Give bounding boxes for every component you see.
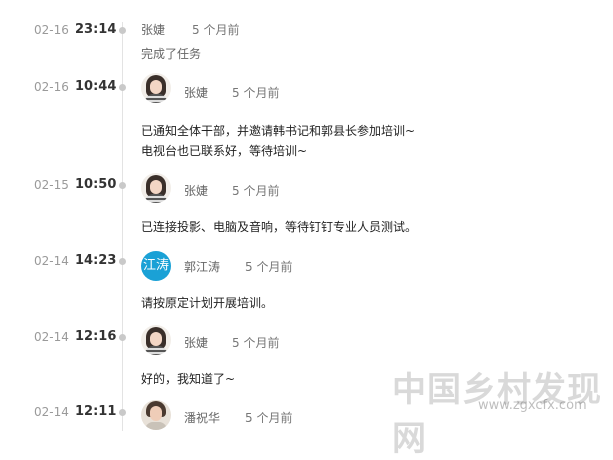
timeline-dot bbox=[119, 258, 126, 265]
entry-author[interactable]: 郭江涛 bbox=[184, 259, 220, 275]
entry-content: 已连接投影、电脑及音响，等待钉钉专业人员测试。 bbox=[141, 217, 417, 237]
entry-ago: 5 个月前 bbox=[232, 184, 280, 198]
entry-date: 02-14 bbox=[34, 254, 69, 268]
entry-time: 10:50 bbox=[75, 177, 117, 192]
entry-author[interactable]: 张婕 bbox=[184, 335, 208, 351]
timeline-dot bbox=[119, 27, 126, 34]
entry-content-line: 电视台也已联系好，等待培训~ bbox=[141, 144, 308, 158]
entry-content-line: 已连接投影、电脑及音响，等待钉钉专业人员测试。 bbox=[141, 220, 418, 234]
entry-time: 12:11 bbox=[75, 404, 117, 419]
entry-content-line: 已通知全体干部，并邀请韩书记和郭县长参加培训~ bbox=[141, 124, 416, 138]
entry-author[interactable]: 张婕 bbox=[184, 85, 208, 101]
entry-time: 14:23 bbox=[75, 253, 117, 268]
entry-author[interactable]: 潘祝华 bbox=[184, 410, 220, 426]
entry-time: 12:16 bbox=[75, 329, 117, 344]
entry-ago: 5 个月前 bbox=[245, 411, 293, 425]
entry-content: 已通知全体干部，并邀请韩书记和郭县长参加培训~ 电视台也已联系好，等待培训~ bbox=[141, 121, 415, 161]
entry-time: 10:44 bbox=[75, 79, 117, 94]
avatar[interactable] bbox=[141, 325, 171, 355]
entry-content: 完成了任务 bbox=[141, 44, 201, 64]
entry-date: 02-15 bbox=[34, 178, 69, 192]
entry-content-line: 完成了任务 bbox=[141, 47, 202, 61]
entry-date: 02-16 bbox=[34, 23, 69, 37]
entry-content-line: 好的，我知道了~ bbox=[141, 372, 236, 386]
watermark-url: www.zgxcfx.com bbox=[478, 398, 587, 413]
avatar[interactable] bbox=[141, 173, 171, 203]
entry-date: 02-14 bbox=[34, 330, 69, 344]
timeline-dot bbox=[119, 182, 126, 189]
entry-ago: 5 个月前 bbox=[192, 23, 240, 37]
entry-ago: 5 个月前 bbox=[232, 336, 280, 350]
entry-author[interactable]: 张婕 bbox=[141, 22, 165, 38]
entry-ago: 5 个月前 bbox=[232, 86, 280, 100]
entry-content: 请按原定计划开展培训。 bbox=[141, 293, 273, 313]
timeline-dot bbox=[119, 334, 126, 341]
avatar[interactable] bbox=[141, 73, 171, 103]
entry-ago: 5 个月前 bbox=[245, 260, 293, 274]
timeline-dot bbox=[119, 84, 126, 91]
avatar[interactable] bbox=[141, 400, 171, 430]
entry-content-line: 请按原定计划开展培训。 bbox=[141, 296, 274, 310]
entry-content: 好的，我知道了~ bbox=[141, 369, 235, 389]
entry-date: 02-16 bbox=[34, 80, 69, 94]
entry-author[interactable]: 张婕 bbox=[184, 183, 208, 199]
timeline-dot bbox=[119, 409, 126, 416]
entry-date: 02-14 bbox=[34, 405, 69, 419]
entry-time: 23:14 bbox=[75, 22, 117, 37]
avatar[interactable]: 江涛 bbox=[141, 251, 171, 281]
